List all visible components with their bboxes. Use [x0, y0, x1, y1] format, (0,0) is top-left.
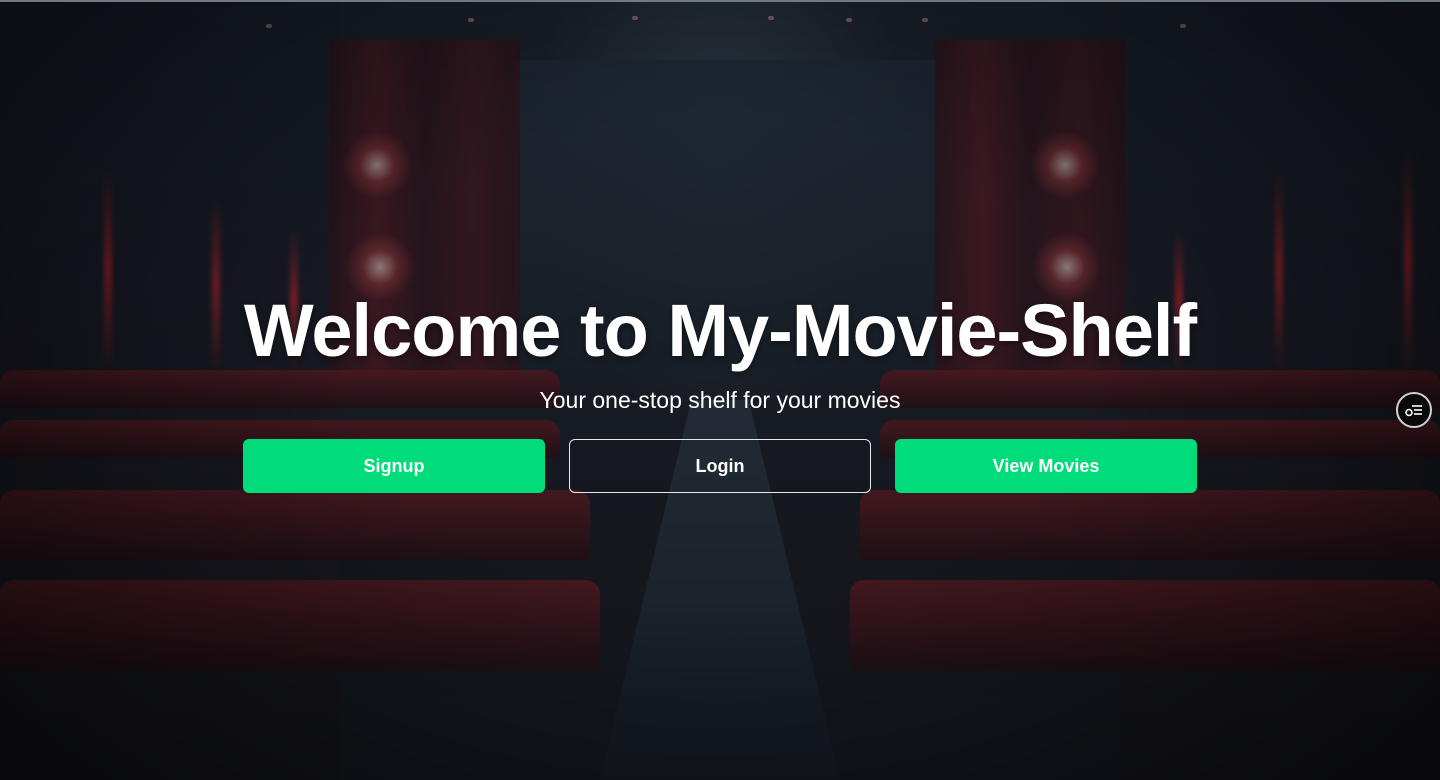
hero-section: Welcome to My-Movie-Shelf Your one-stop … — [0, 290, 1440, 493]
page-title: Welcome to My-Movie-Shelf — [243, 289, 1197, 372]
floating-menu-button[interactable] — [1396, 392, 1432, 428]
action-buttons: Signup Login View Movies — [243, 439, 1197, 493]
signup-button[interactable]: Signup — [243, 439, 545, 493]
page-subtitle: Your one-stop shelf for your movies — [539, 387, 901, 413]
menu-settings-icon — [1405, 405, 1422, 417]
login-button[interactable]: Login — [569, 439, 871, 493]
view-movies-button[interactable]: View Movies — [895, 439, 1197, 493]
window-top-border — [0, 0, 1440, 2]
